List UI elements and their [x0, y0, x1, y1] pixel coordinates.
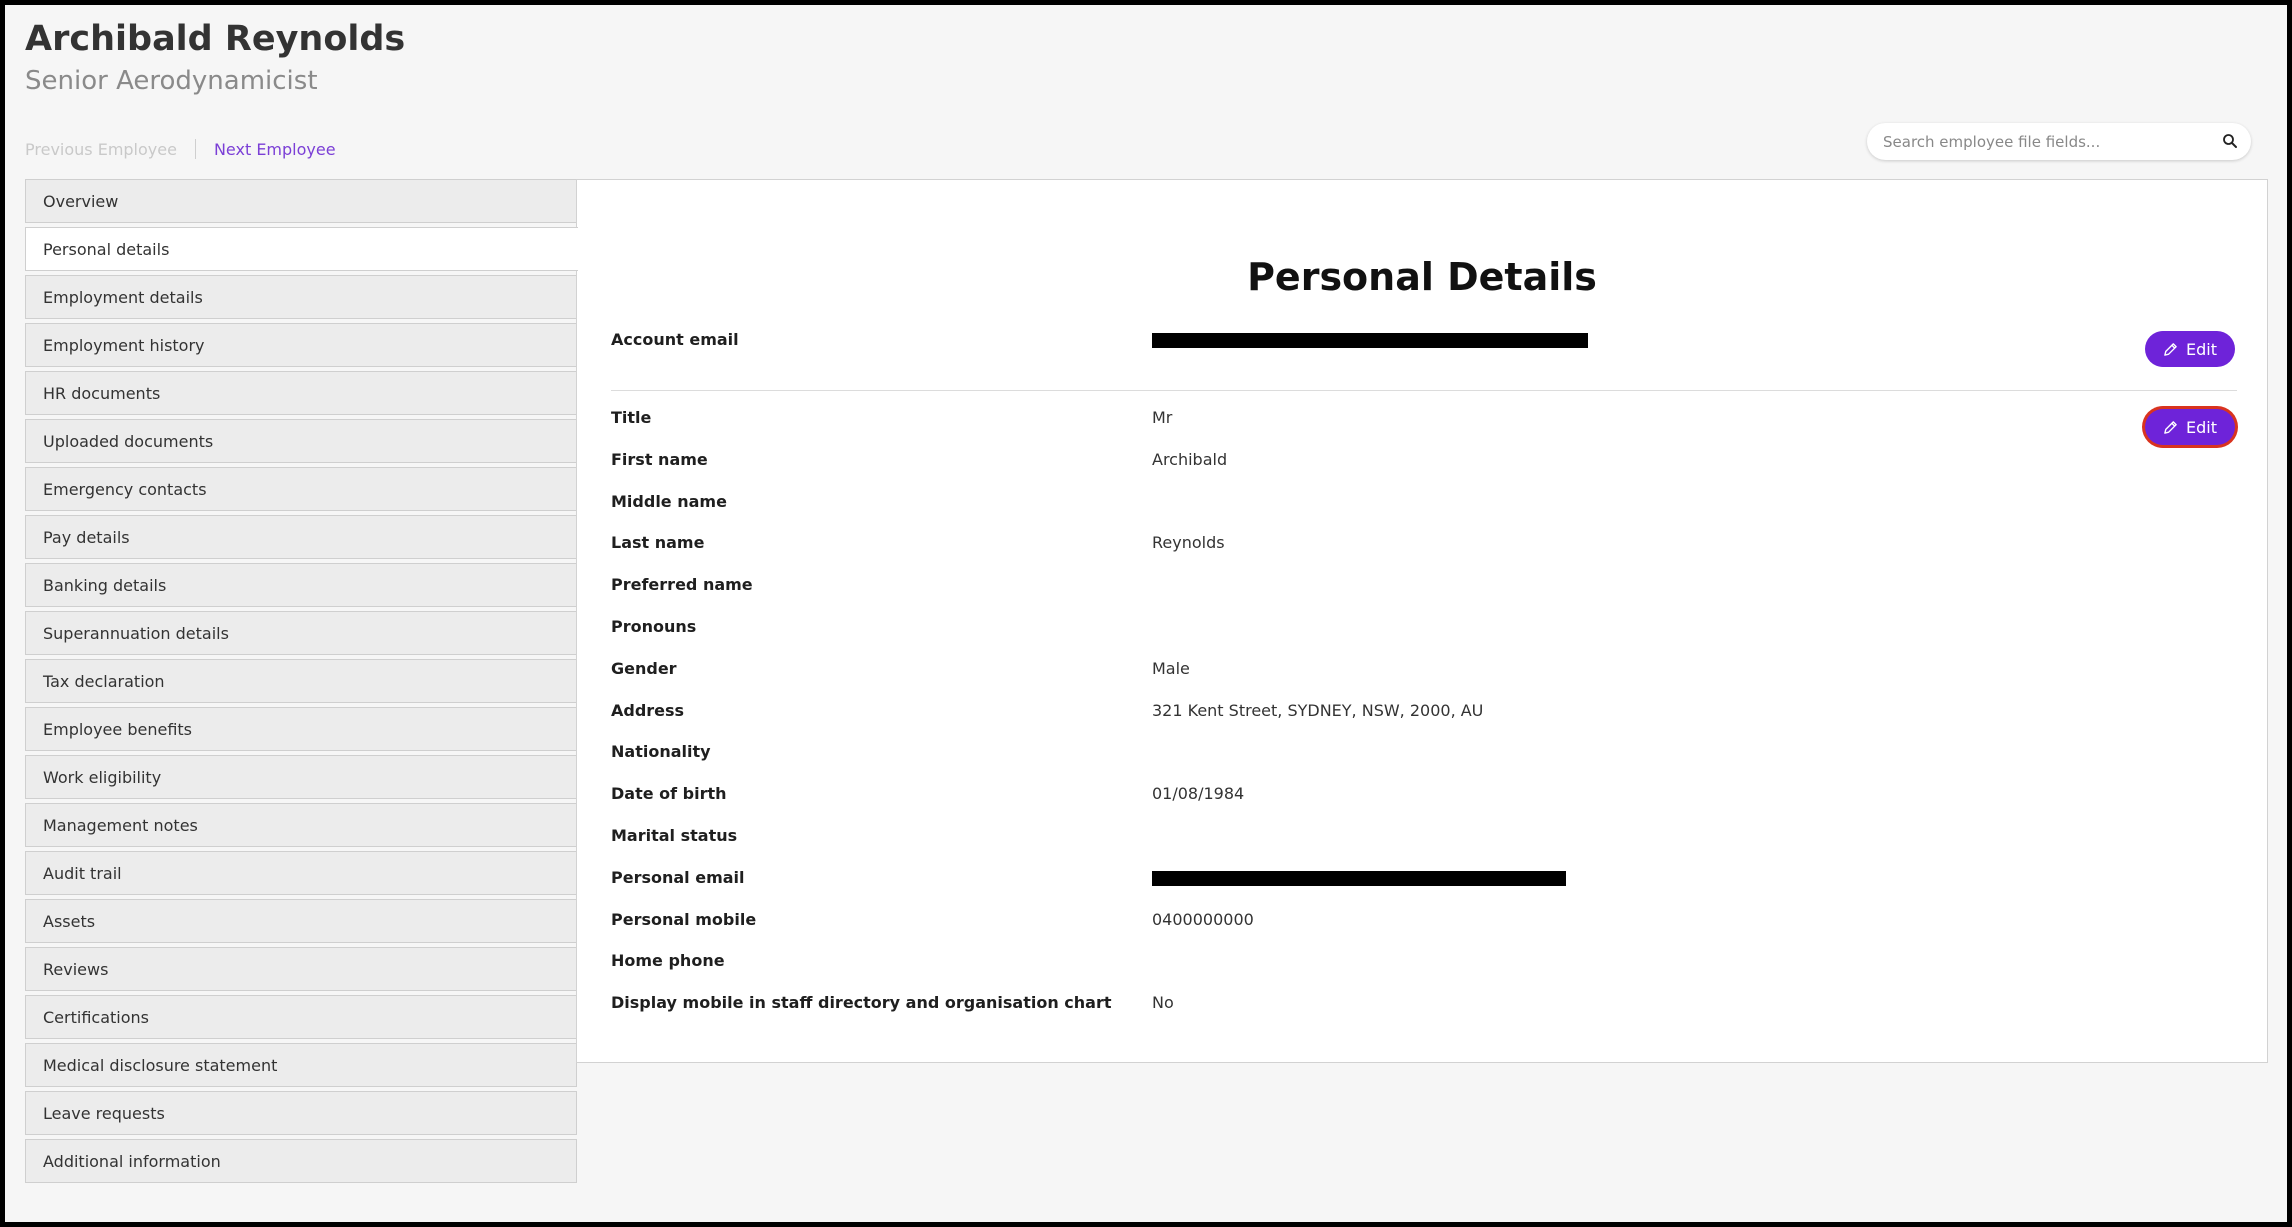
middle-name-label: Middle name	[611, 491, 727, 511]
sidebar-item-banking-details[interactable]: Banking details	[25, 563, 577, 607]
account-email-redacted	[1152, 333, 1588, 348]
sidebar-item-uploaded-documents[interactable]: Uploaded documents	[25, 419, 577, 463]
sidebar-item-superannuation-details[interactable]: Superannuation details	[25, 611, 577, 655]
employee-pager: Previous Employee Next Employee	[25, 139, 336, 159]
sidebar-item-hr-documents[interactable]: HR documents	[25, 371, 577, 415]
sidebar-item-audit-trail[interactable]: Audit trail	[25, 851, 577, 895]
sidebar-item-employment-history[interactable]: Employment history	[25, 323, 577, 367]
search-box	[1867, 123, 2251, 160]
edit-account-button[interactable]: Edit	[2145, 331, 2235, 367]
sidebar-item-work-eligibility[interactable]: Work eligibility	[25, 755, 577, 799]
home-phone-label: Home phone	[611, 951, 725, 971]
sidebar-item-certifications[interactable]: Certifications	[25, 995, 577, 1039]
sidebar-item-additional-information[interactable]: Additional information	[25, 1139, 577, 1183]
account-email-label: Account email	[611, 330, 739, 349]
sidebar-item-overview[interactable]: Overview	[25, 179, 577, 223]
sidebar-item-pay-details[interactable]: Pay details	[25, 515, 577, 559]
panel-title: Personal Details	[1247, 255, 1597, 299]
sidebar-item-emergency-contacts[interactable]: Emergency contacts	[25, 467, 577, 511]
personal-details-panel: Personal Details Account email Edit Edit…	[576, 179, 2268, 1063]
pencil-icon	[2164, 342, 2177, 356]
edit-personal-details-button[interactable]: Edit	[2145, 409, 2235, 445]
sidebar-item-employee-benefits[interactable]: Employee benefits	[25, 707, 577, 751]
gender-label: Gender	[611, 658, 677, 678]
display-mobile-in-staff-directory-and-organisation-chart-label: Display mobile in staff directory and or…	[611, 993, 1112, 1013]
gender-value: Male	[1152, 658, 1190, 678]
search-icon[interactable]	[2221, 132, 2239, 150]
address-label: Address	[611, 700, 685, 720]
personal-email-label: Personal email	[611, 867, 745, 887]
employee-role: Senior Aerodynamicist	[25, 66, 318, 96]
pronouns-label: Pronouns	[611, 617, 697, 636]
address-value: 321 Kent Street, SYDNEY, NSW, 2000, AU	[1152, 700, 1484, 720]
display-mobile-in-staff-directory-and-organisation-chart-value: No	[1152, 993, 1174, 1013]
sidebar-item-management-notes[interactable]: Management notes	[25, 803, 577, 847]
previous-employee-link[interactable]: Previous Employee	[25, 140, 177, 159]
employee-name: Archibald Reynolds	[25, 19, 406, 59]
nationality-label: Nationality	[611, 742, 711, 762]
app-frame: Archibald Reynolds Senior Aerodynamicist…	[5, 5, 2287, 1222]
sidebar-item-medical-disclosure-statement[interactable]: Medical disclosure statement	[25, 1043, 577, 1087]
preferred-name-label: Preferred name	[611, 575, 753, 595]
date-of-birth-label: Date of birth	[611, 784, 727, 804]
edit-label: Edit	[2186, 417, 2217, 437]
sidebar-item-leave-requests[interactable]: Leave requests	[25, 1091, 577, 1135]
last-name-label: Last name	[611, 533, 705, 553]
edit-label: Edit	[2186, 339, 2217, 359]
date-of-birth-value: 01/08/1984	[1152, 784, 1245, 804]
section-nav: Overview Personal details Employment detai…	[25, 179, 578, 1187]
sidebar-item-employment-details[interactable]: Employment details	[25, 275, 577, 319]
personal-email-redacted	[1152, 870, 1566, 886]
pencil-icon	[2164, 420, 2177, 434]
sidebar-item-assets[interactable]: Assets	[25, 899, 577, 943]
first-name-value: Archibald	[1152, 449, 1228, 469]
next-employee-link[interactable]: Next Employee	[214, 140, 336, 159]
sidebar-item-personal-details[interactable]: Personal details	[25, 227, 578, 271]
sidebar-item-tax-declaration[interactable]: Tax declaration	[25, 659, 577, 703]
section-divider	[611, 390, 2237, 391]
last-name-value: Reynolds	[1152, 533, 1225, 553]
personal-mobile-label: Personal mobile	[611, 909, 757, 929]
title-label: Title	[611, 408, 652, 427]
title-value: Mr	[1152, 408, 1173, 427]
pager-divider	[194, 139, 196, 159]
first-name-label: First name	[611, 449, 708, 469]
personal-mobile-value: 0400000000	[1152, 909, 1254, 929]
marital-status-label: Marital status	[611, 826, 738, 845]
search-input[interactable]	[1881, 131, 2205, 152]
sidebar-item-reviews[interactable]: Reviews	[25, 947, 577, 991]
